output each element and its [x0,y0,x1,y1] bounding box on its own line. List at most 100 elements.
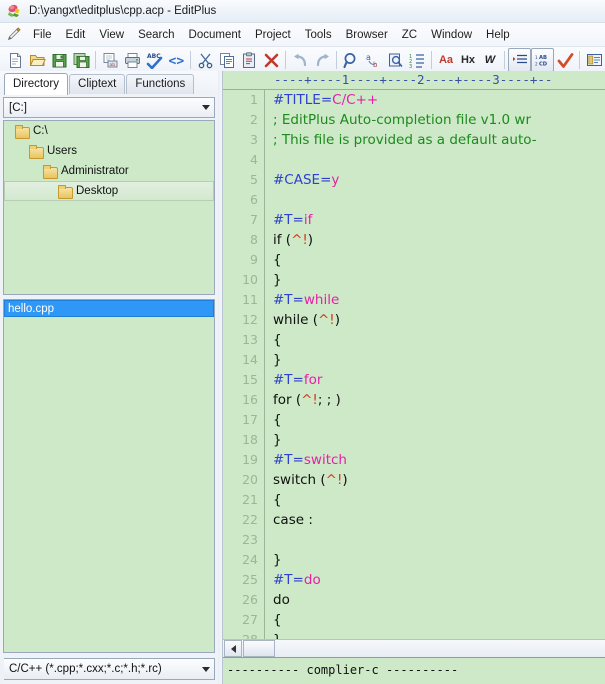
code-line[interactable] [273,150,605,170]
line-number: 13 [242,332,258,347]
code-token: switch ( [273,472,326,488]
tab-cliptext[interactable]: Cliptext [69,74,126,94]
print-icon[interactable] [121,49,143,71]
font-size-label: Aa [438,53,454,66]
menu-zc[interactable]: ZC [395,27,424,43]
code-line[interactable]: for (^!; ; ) [273,390,605,410]
tree-item-users[interactable]: Users [4,141,214,161]
chevron-down-icon[interactable] [198,661,214,678]
list-item[interactable]: hello.cpp [4,300,214,317]
code-line[interactable]: #T=do [273,570,605,590]
code-line[interactable]: #T=while [273,290,605,310]
code-line[interactable]: { [273,490,605,510]
directory-tree[interactable]: C:\ Users Administrator Desktop [3,120,215,295]
code-line[interactable]: } [273,430,605,450]
paste-clipboard-icon[interactable] [238,49,260,71]
show-marks-icon[interactable] [508,48,531,72]
line-number: 14 [242,352,258,367]
menu-file[interactable]: File [26,27,59,43]
replace-icon[interactable]: ab [362,49,384,71]
word-wrap-icon[interactable]: W [479,49,501,71]
menu-tools[interactable]: Tools [298,27,339,43]
tree-item-c-drive[interactable]: C:\ [4,121,214,141]
save-icon[interactable] [48,49,70,71]
code-line[interactable]: { [273,410,605,430]
code-line[interactable]: ; EditPlus Auto-completion file v1.0 wr [273,110,605,130]
print-preview-icon[interactable]: ab [99,49,121,71]
code-line[interactable]: { [273,250,605,270]
line-number: 16 [242,392,258,407]
code-line[interactable]: #T=if [273,210,605,230]
document-selector-icon[interactable] [583,49,605,71]
code-line[interactable]: do [273,590,605,610]
code-line[interactable]: ; This file is provided as a default aut… [273,130,605,150]
line-number: 27 [242,612,258,627]
code-token: { [273,492,282,508]
code-token: for ( [273,392,302,408]
hex-viewer-label: Hx [460,53,476,66]
menu-search[interactable]: Search [131,27,181,43]
new-file-icon[interactable] [4,49,26,71]
drive-select[interactable]: [C:] [3,97,215,118]
output-pane[interactable]: ---------- complier-c ---------- [223,657,605,684]
save-all-icon[interactable] [70,49,92,71]
svg-text:ab: ab [109,62,115,68]
panel-tabstrip: Directory Cliptext Functions [0,71,218,95]
code-line[interactable]: #TITLE=C/C++ [273,90,605,110]
sort-ab-cd-icon[interactable]: AB CD 1 2 [531,48,554,72]
tree-item-administrator[interactable]: Administrator [4,161,214,181]
horizontal-scrollbar[interactable] [223,639,605,657]
html-tag-icon[interactable]: <> [165,49,187,71]
code-line[interactable]: #CASE=y [273,170,605,190]
code-line[interactable]: } [273,270,605,290]
editplus-window: D:\yangxt\editplus\cpp.acp - EditPlus Fi… [0,0,605,684]
goto-line-icon[interactable]: 123 [406,49,428,71]
tab-functions[interactable]: Functions [126,74,195,94]
hscroll-thumb[interactable] [243,640,275,657]
code-line[interactable]: #T=switch [273,450,605,470]
code-line[interactable]: case : [273,510,605,530]
code-line[interactable]: if (^!) [273,230,605,250]
find-in-files-icon[interactable] [384,49,406,71]
code-line[interactable] [273,190,605,210]
code-token: ) [342,472,348,488]
open-folder-icon[interactable] [26,49,48,71]
menu-document[interactable]: Document [182,27,248,43]
code-line[interactable]: { [273,330,605,350]
menu-view[interactable]: View [92,27,131,43]
chevron-down-icon[interactable] [198,99,214,116]
code-line[interactable]: { [273,610,605,630]
scroll-left-arrow-icon[interactable] [224,640,242,657]
ruler-marks: ----+----1----+----2----+----3----+-- [274,72,553,87]
code-line[interactable]: } [273,350,605,370]
file-list[interactable]: hello.cpp [3,299,215,653]
code-line[interactable]: } [273,630,605,639]
menu-project[interactable]: Project [248,27,298,43]
code-line[interactable]: } [273,550,605,570]
code-line[interactable] [273,530,605,550]
code-area[interactable]: 1 2 3 4 5 6 7 8 9 10 11 12 13 14 15 16 17 18 19 20 21 22 23 24 2… [223,90,605,639]
font-size-icon[interactable]: Aa [435,49,457,71]
find-magnifier-icon[interactable] [340,49,362,71]
copy-icon[interactable] [216,49,238,71]
tab-directory[interactable]: Directory [4,73,69,95]
cut-scissors-icon[interactable] [194,49,216,71]
file-filter-select[interactable]: C/C++ (*.cpp;*.cxx;*.c;*.h;*.rc) [3,658,215,680]
code-line[interactable]: #T=for [273,370,605,390]
menu-edit[interactable]: Edit [59,27,93,43]
code-line[interactable]: switch (^!) [273,470,605,490]
code-lines[interactable]: #TITLE=C/C++ ; EditPlus Auto-completion f… [265,90,605,639]
spellcheck-icon[interactable]: ABC [143,49,165,71]
delete-x-icon[interactable] [260,49,282,71]
menu-browser[interactable]: Browser [339,27,395,43]
menu-window[interactable]: Window [424,27,479,43]
svg-text:3: 3 [409,64,412,69]
check-mark-icon[interactable] [554,49,576,71]
tree-item-desktop[interactable]: Desktop [4,181,214,201]
code-token: ; EditPlus Auto-completion file v1.0 wr [273,112,532,128]
redo-arrow-icon[interactable] [311,49,333,71]
undo-arrow-icon[interactable] [289,49,311,71]
menu-help[interactable]: Help [479,27,517,43]
code-line[interactable]: while (^!) [273,310,605,330]
hex-viewer-icon[interactable]: Hx [457,49,479,71]
